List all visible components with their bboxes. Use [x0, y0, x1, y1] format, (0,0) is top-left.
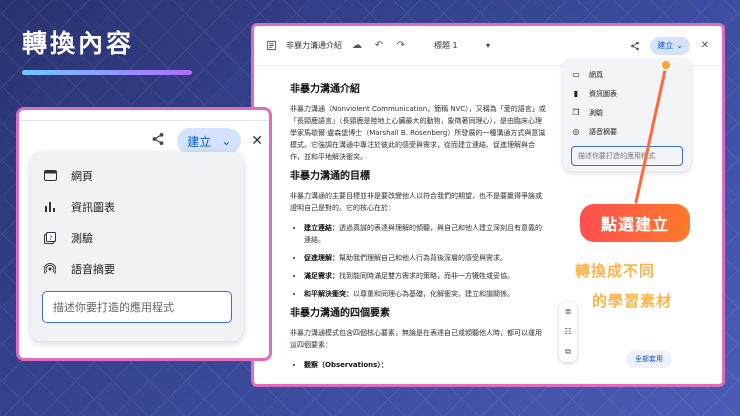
- bar-chart-icon: [43, 201, 57, 212]
- close-icon[interactable]: ✕: [251, 133, 263, 149]
- create-button-label: 建立: [187, 134, 212, 149]
- quiz-icon: ?: [43, 231, 57, 244]
- menu-item-web-page[interactable]: 網頁: [31, 160, 243, 191]
- svg-text:?: ?: [49, 235, 52, 242]
- share-icon[interactable]: [149, 132, 167, 150]
- web-page-icon: [43, 170, 57, 181]
- divider: [19, 120, 269, 121]
- zoom-panel: 建立 ⌄ ✕ 網頁 資訊圖表 ? 測驗 語音摘要 描述你要打造的應用程式: [16, 107, 272, 361]
- create-button[interactable]: 建立 ⌄: [177, 128, 242, 154]
- menu-item-label: 網頁: [71, 169, 93, 183]
- menu-item-infographic[interactable]: 資訊圖表: [31, 191, 243, 222]
- chevron-down-icon: ⌄: [221, 134, 232, 148]
- click-create-callout: 點選建立: [580, 204, 690, 242]
- menu-item-label: 資訊圖表: [71, 200, 115, 214]
- note-line-2: 的學習素材: [592, 292, 673, 310]
- menu-item-label: 語音摘要: [71, 262, 115, 276]
- menu-item-label: 測驗: [71, 231, 93, 245]
- podcast-icon: [43, 262, 57, 275]
- note-line-1: 轉換成不同: [575, 262, 656, 280]
- describe-app-input[interactable]: 描述你要打造的應用程式: [42, 291, 232, 323]
- zoom-toolbar: 建立 ⌄ ✕: [149, 128, 263, 154]
- menu-item-quiz[interactable]: ? 測驗: [31, 222, 243, 253]
- menu-item-audio-summary[interactable]: 語音摘要: [31, 253, 243, 284]
- create-menu: 網頁 資訊圖表 ? 測驗 語音摘要 描述你要打造的應用程式: [31, 152, 243, 341]
